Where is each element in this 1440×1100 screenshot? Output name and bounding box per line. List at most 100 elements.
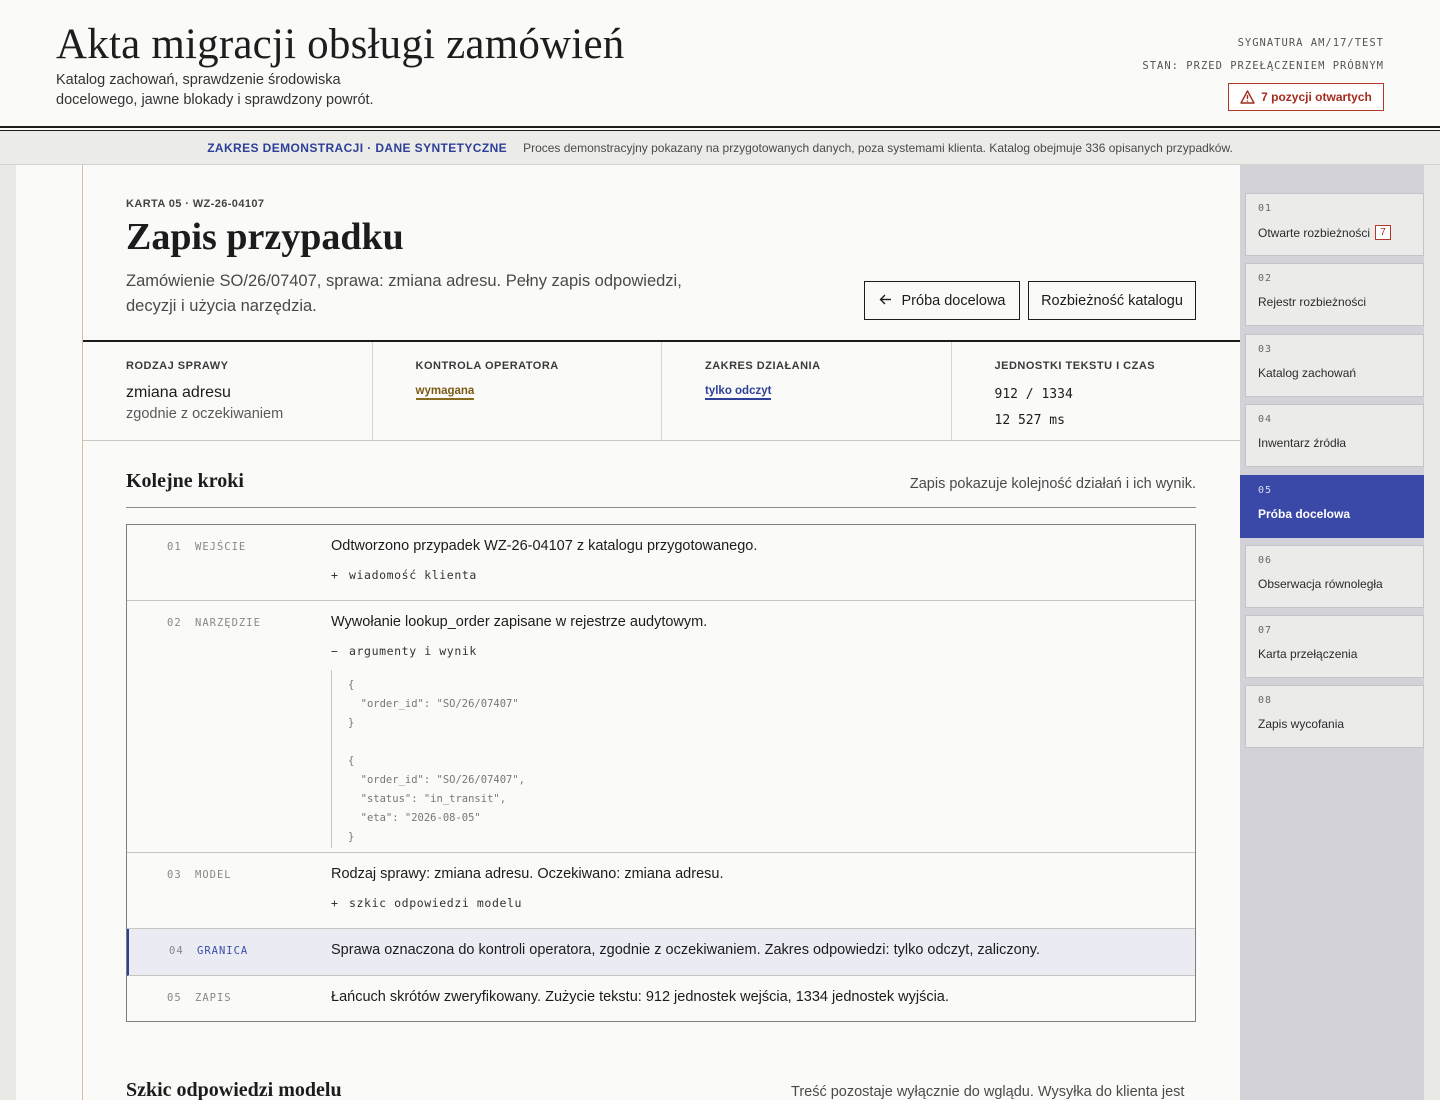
- steps-list: 01 WEJŚCIE Odtworzono przypadek WZ-26-04…: [126, 524, 1196, 1022]
- meta-case-type-value: zmiana adresu: [126, 384, 231, 401]
- nav-number: 02: [1258, 273, 1273, 284]
- nav-label: Katalog zachowań: [1258, 366, 1357, 380]
- card-label: KARTA 05 · WZ-26-04107: [126, 198, 265, 210]
- card-title: Zapis przypadku: [126, 216, 404, 258]
- step-row-boundary: 04 GRANICA Sprawa oznaczona do kontroli …: [127, 929, 1195, 976]
- section-nav: 01 Otwarte rozbieżności 7 02 Rejestr roz…: [1240, 165, 1424, 1100]
- nav-number: 06: [1258, 555, 1273, 566]
- customer-message-toggle[interactable]: + wiadomość klienta: [331, 568, 1195, 582]
- nav-label: Zapis wycofania: [1258, 717, 1345, 731]
- step-text: Odtworzono przypadek WZ-26-04107 z katal…: [331, 538, 758, 554]
- model-draft-note: Treść pozostaje wyłącznie do wglądu. Wys…: [791, 1084, 1185, 1100]
- step-number: 05: [167, 992, 182, 1004]
- arguments-result-toggle[interactable]: − argumenty i wynik: [331, 644, 1195, 658]
- meta-case-type-sub: zgodnie z oczekiwaniem: [126, 406, 284, 422]
- case-record-document: KARTA 05 · WZ-26-04107 Zapis przypadku Z…: [83, 165, 1240, 1100]
- demo-banner: ZAKRES DEMONSTRACJI · DANE SYNTETYCZNE P…: [0, 131, 1440, 165]
- document-margin: [16, 165, 83, 1100]
- signature-label: SYGNATURA AM/17/TEST: [1237, 37, 1384, 49]
- page-header: Akta migracji obsługi zamówień Katalog z…: [0, 0, 1440, 126]
- nav-item-open-discrepancies[interactable]: 01 Otwarte rozbieżności 7: [1245, 193, 1424, 256]
- meta-scope: ZAKRES DZIAŁANIA tylko odczyt: [662, 342, 952, 440]
- step-row: 03 MODEL Rodzaj sprawy: zmiana adresu. O…: [127, 853, 1195, 929]
- operator-required-badge: wymagana: [415, 385, 475, 400]
- step-kind: GRANICA: [197, 945, 249, 957]
- step-number: 04: [169, 945, 184, 957]
- nav-item-rollback-record[interactable]: 08 Zapis wycofania: [1245, 685, 1424, 748]
- app-subtitle: Katalog zachowań, sprawdzenie środowiska…: [56, 72, 374, 108]
- meta-units-time: JEDNOSTKI TEKSTU I CZAS 912 / 1334 12 52…: [952, 342, 1241, 440]
- step-text: Rodzaj sprawy: zmiana adresu. Oczekiwano…: [331, 866, 724, 882]
- meta-case-type-head: RODZAJ SPRAWY: [126, 360, 229, 372]
- nav-label: Otwarte rozbieżności: [1258, 225, 1371, 240]
- catalog-discrepancy-button[interactable]: Rozbieżność katalogu: [1028, 281, 1196, 320]
- nav-number: 07: [1258, 625, 1273, 636]
- step-number: 01: [167, 541, 182, 553]
- meta-units-head: JEDNOSTKI TEKSTU I CZAS: [994, 360, 1156, 372]
- step-text: Wywołanie lookup_order zapisane w rejest…: [331, 614, 708, 630]
- nav-number: 08: [1258, 695, 1273, 706]
- nav-item-switchover-card[interactable]: 07 Karta przełączenia: [1245, 615, 1424, 678]
- nav-label: Rejestr rozbieżności: [1258, 295, 1367, 309]
- elapsed-time: 12 527 ms: [994, 413, 1065, 428]
- step-kind: WEJŚCIE: [195, 541, 247, 553]
- step-kind: ZAPIS: [195, 992, 232, 1004]
- toggle-label: wiadomość klienta: [349, 568, 477, 582]
- nav-number: 05: [1258, 485, 1273, 496]
- nav-item-behavior-catalog[interactable]: 03 Katalog zachowań: [1245, 334, 1424, 397]
- page-edge: [1424, 165, 1440, 1100]
- nav-item-discrepancy-register[interactable]: 02 Rejestr rozbieżności: [1245, 263, 1424, 326]
- nav-number: 04: [1258, 414, 1273, 425]
- toggle-label: szkic odpowiedzi modelu: [349, 896, 523, 910]
- arrow-left-icon: [879, 293, 892, 309]
- nav-label: Karta przełączenia: [1258, 647, 1358, 661]
- step-number: 02: [167, 617, 182, 629]
- open-items-button[interactable]: 7 pozycji otwartych: [1228, 83, 1384, 111]
- token-counts: 912 / 1334: [994, 387, 1073, 402]
- collapse-icon: −: [331, 644, 339, 658]
- tool-arguments: { "order_id": "SO/26/07407" }: [348, 679, 519, 729]
- expand-icon: +: [331, 896, 339, 910]
- step-kind: NARZĘDZIE: [195, 617, 261, 629]
- banner-text: Proces demonstracyjny pokazany na przygo…: [523, 140, 1233, 155]
- card-description: Zamówienie SO/26/07407, sprawa: zmiana a…: [126, 272, 682, 315]
- discrepancy-button-label: Rozbieżność katalogu: [1041, 292, 1183, 309]
- expand-icon: +: [331, 568, 339, 582]
- banner-tag: ZAKRES DEMONSTRACJI · DANE SYNTETYCZNE: [207, 140, 508, 155]
- back-to-target-trial-button[interactable]: Próba docelowa: [864, 281, 1020, 320]
- nav-item-source-inventory[interactable]: 04 Inwentarz źródła: [1245, 404, 1424, 467]
- steps-divider: [126, 507, 1196, 508]
- step-text: Łańcuch skrótów zweryfikowany. Zużycie t…: [331, 989, 949, 1005]
- step-row: 02 NARZĘDZIE Wywołanie lookup_order zapi…: [127, 601, 1195, 853]
- toggle-label: argumenty i wynik: [349, 644, 477, 658]
- steps-heading: Kolejne kroki: [126, 470, 244, 492]
- state-label: STAN: PRZED PRZEŁĄCZENIEM PRÓBNYM: [1142, 60, 1384, 72]
- meta-operator-control: KONTROLA OPERATORA wymagana: [373, 342, 662, 440]
- nav-label: Obserwacja równoległa: [1258, 577, 1383, 591]
- step-text: Sprawa oznaczona do kontroli operatora, …: [331, 942, 1040, 958]
- step-kind: MODEL: [195, 869, 232, 881]
- nav-label: Inwentarz źródła: [1258, 436, 1347, 450]
- warning-triangle-icon: [1240, 90, 1255, 104]
- step-row: 01 WEJŚCIE Odtworzono przypadek WZ-26-04…: [127, 525, 1195, 601]
- meta-operator-head: KONTROLA OPERATORA: [415, 360, 559, 372]
- nav-label: Próba docelowa: [1258, 507, 1351, 521]
- case-metadata: RODZAJ SPRAWY zmiana adresu zgodnie z oc…: [83, 340, 1240, 441]
- nav-item-target-trial[interactable]: 05 Próba docelowa: [1240, 475, 1424, 538]
- back-button-label: Próba docelowa: [901, 292, 1006, 309]
- model-draft-heading: Szkic odpowiedzi modelu: [126, 1079, 342, 1100]
- nav-number: 01: [1258, 203, 1273, 214]
- tool-call-code: { "order_id": "SO/26/07407" } { "order_i…: [331, 670, 1195, 849]
- nav-item-parallel-observation[interactable]: 06 Obserwacja równoległa: [1245, 545, 1424, 608]
- read-only-badge: tylko odczyt: [705, 385, 772, 400]
- meta-scope-head: ZAKRES DZIAŁANIA: [705, 360, 821, 372]
- app-title: Akta migracji obsługi zamówień: [56, 21, 625, 68]
- open-items-label: 7 pozycji otwartych: [1261, 90, 1372, 104]
- step-number: 03: [167, 869, 182, 881]
- step-row: 05 ZAPIS Łańcuch skrótów zweryfikowany. …: [127, 976, 1195, 1021]
- model-draft-toggle[interactable]: + szkic odpowiedzi modelu: [331, 896, 1195, 910]
- tool-result: { "order_id": "SO/26/07407", "status": "…: [348, 755, 526, 843]
- meta-case-type: RODZAJ SPRAWY zmiana adresu zgodnie z oc…: [83, 342, 373, 440]
- open-count-badge: 7: [1375, 225, 1392, 240]
- steps-note: Zapis pokazuje kolejność działań i ich w…: [909, 476, 1196, 492]
